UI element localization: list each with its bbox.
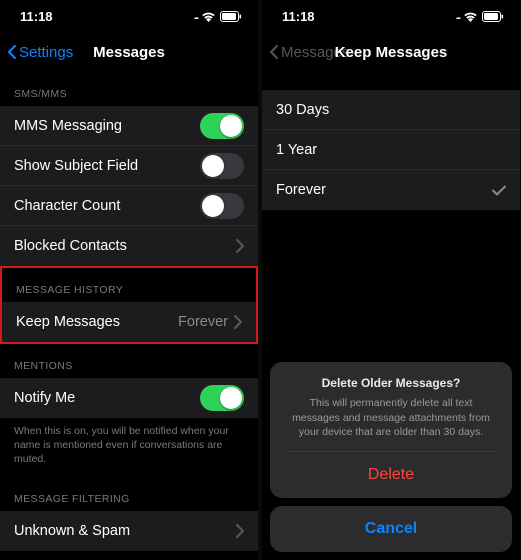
row-label: Unknown & Spam (14, 523, 236, 539)
screenshot-keep-messages: 11:18 .... Messages Keep Messages 30 Day… (262, 0, 520, 560)
alert-card: Delete Older Messages? This will permane… (270, 362, 512, 498)
delete-button[interactable]: Delete (286, 452, 496, 498)
row-character-count[interactable]: Character Count (0, 186, 258, 226)
toggle-subject[interactable] (200, 153, 244, 179)
toggle-mms[interactable] (200, 113, 244, 139)
row-value: Forever (178, 314, 228, 330)
row-label: Character Count (14, 198, 200, 214)
section-footer-mentions: When this is on, you will be notified wh… (0, 418, 258, 471)
row-blocked-contacts[interactable]: Blocked Contacts (0, 226, 258, 266)
row-keep-messages[interactable]: Keep Messages Forever (2, 302, 256, 342)
row-show-subject[interactable]: Show Subject Field (0, 146, 258, 186)
wifi-icon (201, 11, 216, 22)
status-time: 11:18 (20, 9, 53, 24)
section-header-mentions: MENTIONS (0, 344, 258, 378)
chevron-right-icon (236, 524, 244, 538)
option-label: 30 Days (276, 102, 506, 118)
back-label: Settings (19, 44, 73, 61)
cellular-icon: .... (456, 11, 459, 22)
option-1-year[interactable]: 1 Year (262, 130, 520, 170)
section-header-audio: AUDIO MESSAGES (0, 557, 258, 560)
battery-icon (482, 11, 504, 22)
row-label: Blocked Contacts (14, 238, 236, 254)
status-bar: 11:18 .... (0, 0, 258, 32)
wifi-icon (463, 11, 478, 22)
row-notify-me[interactable]: Notify Me (0, 378, 258, 418)
checkmark-icon (492, 185, 506, 196)
row-mms-messaging[interactable]: MMS Messaging (0, 106, 258, 146)
battery-icon (220, 11, 242, 22)
cellular-icon: .... (194, 11, 197, 22)
nav-bar: Settings Messages (0, 32, 258, 72)
row-label: Notify Me (14, 390, 200, 406)
toggle-notify[interactable] (200, 385, 244, 411)
status-time: 11:18 (282, 9, 315, 24)
back-button[interactable]: Settings (8, 44, 73, 61)
status-icons: .... (456, 11, 504, 22)
option-label: 1 Year (276, 142, 506, 158)
chevron-left-icon (270, 45, 278, 59)
row-unknown-spam[interactable]: Unknown & Spam (0, 511, 258, 551)
section-header-history: MESSAGE HISTORY (2, 268, 256, 302)
back-label: Messages (281, 44, 349, 61)
status-icons: .... (194, 11, 242, 22)
alert-message: This will permanently delete all text me… (286, 396, 496, 452)
delete-label: Delete (368, 466, 414, 484)
option-forever[interactable]: Forever (262, 170, 520, 210)
toggle-charcount[interactable] (200, 193, 244, 219)
chevron-right-icon (234, 315, 242, 329)
section-header-filtering: MESSAGE FILTERING (0, 477, 258, 511)
status-bar: 11:18 .... (262, 0, 520, 32)
chevron-right-icon (236, 239, 244, 253)
alert-title: Delete Older Messages? (286, 376, 496, 390)
screenshot-settings-messages: 11:18 .... Settings Messages SMS/MMS MMS… (0, 0, 258, 560)
option-label: Forever (276, 182, 492, 198)
cancel-label: Cancel (365, 520, 417, 538)
action-sheet: Delete Older Messages? This will permane… (262, 362, 520, 552)
option-30-days[interactable]: 30 Days (262, 90, 520, 130)
section-header-smsmms: SMS/MMS (0, 72, 258, 106)
row-label: Show Subject Field (14, 158, 200, 174)
chevron-left-icon (8, 45, 16, 59)
back-button[interactable]: Messages (270, 44, 349, 61)
row-label: MMS Messaging (14, 118, 200, 134)
cancel-button[interactable]: Cancel (270, 506, 512, 552)
nav-bar: Messages Keep Messages (262, 32, 520, 72)
settings-list[interactable]: SMS/MMS MMS Messaging Show Subject Field… (0, 72, 258, 560)
row-label: Keep Messages (16, 314, 178, 330)
